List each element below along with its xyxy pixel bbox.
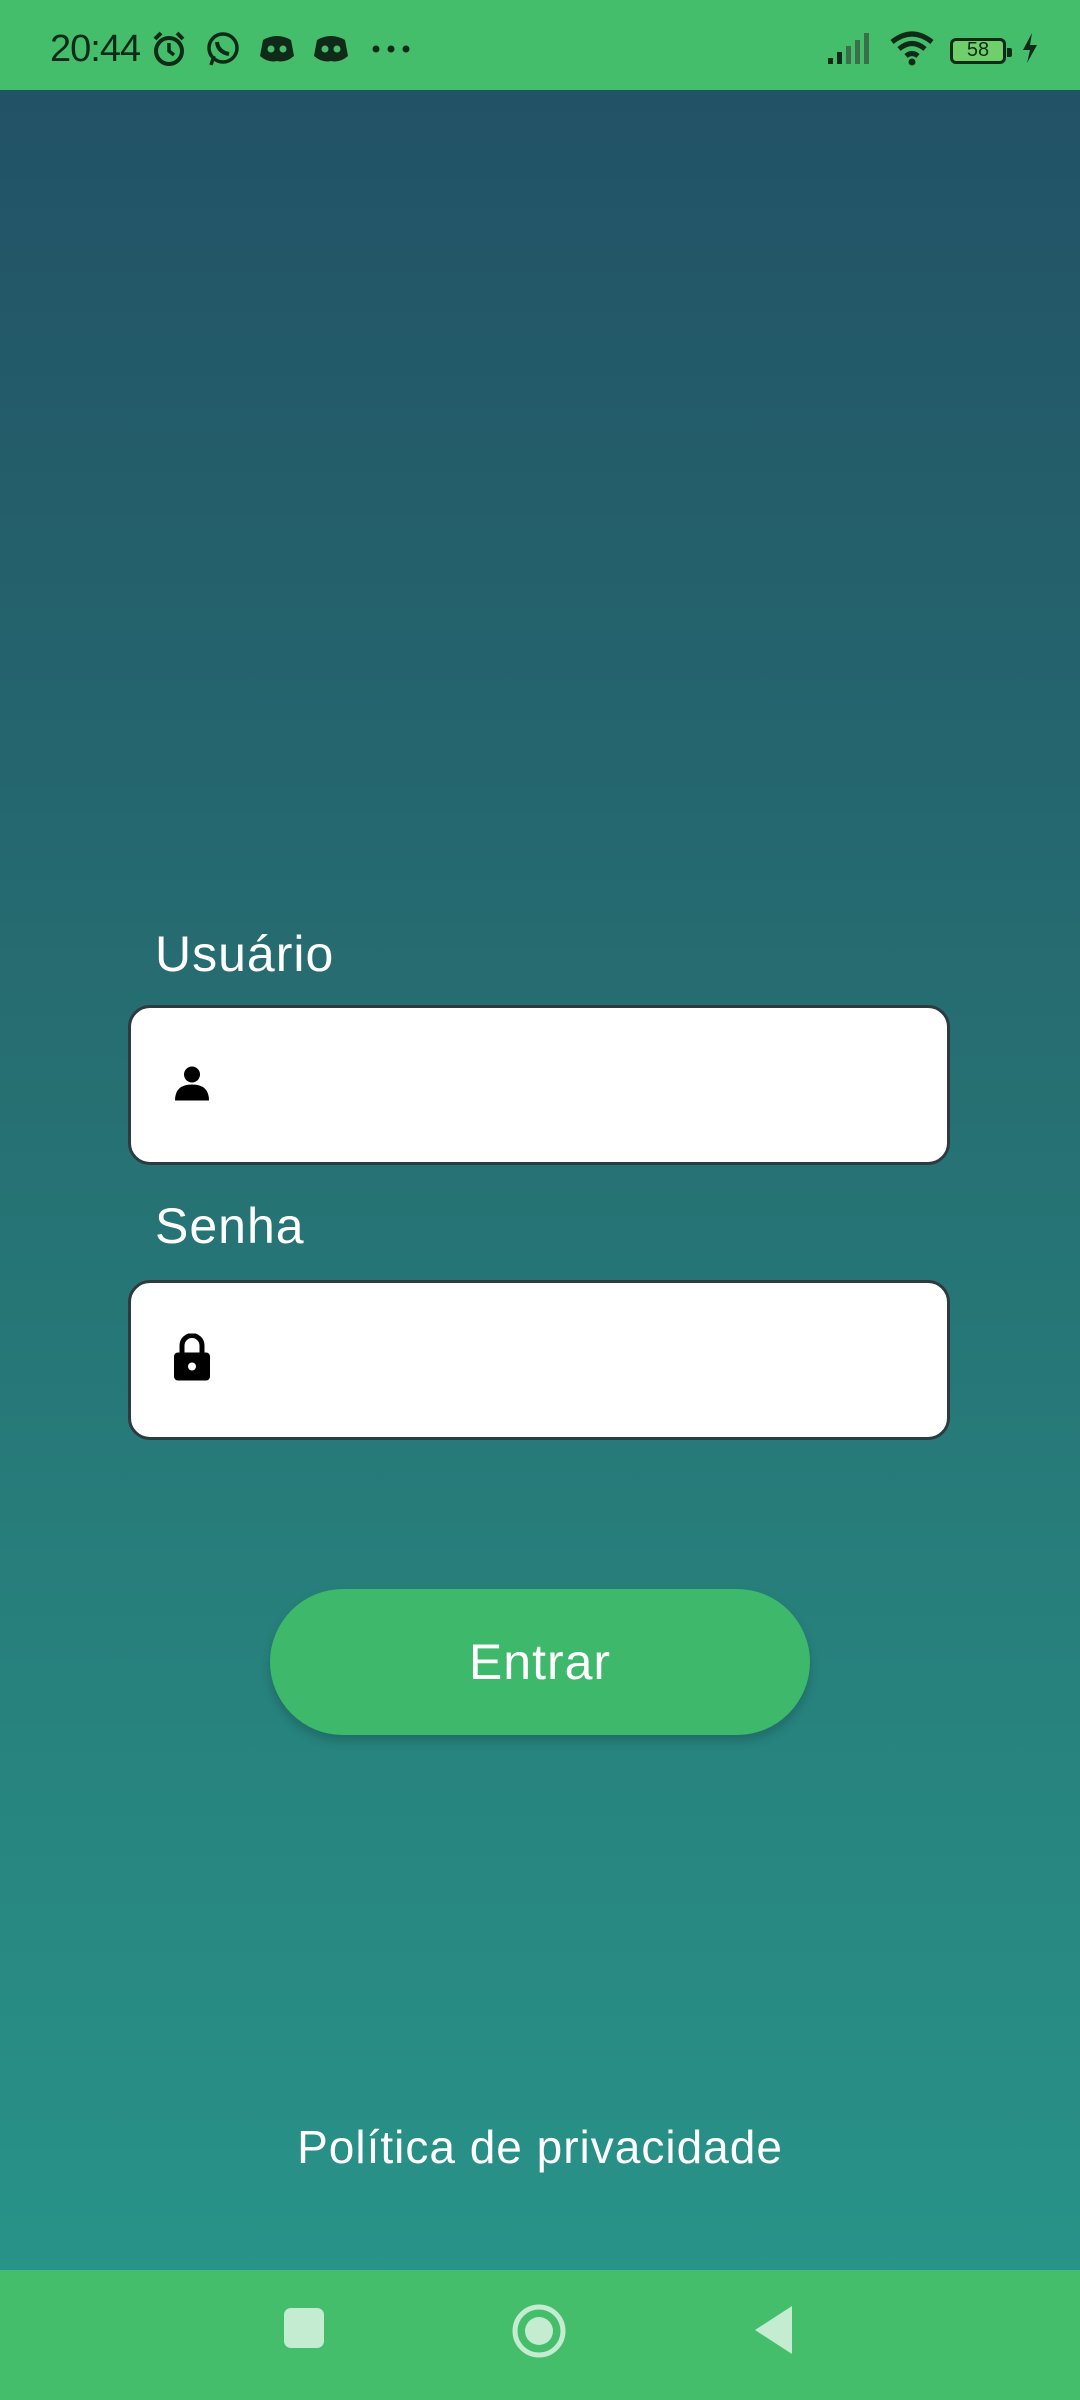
status-bar: 20:44 58 xyxy=(0,0,1080,90)
status-time: 20:44 xyxy=(50,28,141,70)
notification-icons xyxy=(150,30,416,68)
privacy-policy-link[interactable]: Política de privacidade xyxy=(0,2120,1080,2174)
signal-icon xyxy=(826,30,874,71)
password-field[interactable] xyxy=(128,1280,950,1440)
password-input[interactable] xyxy=(241,1283,917,1439)
recents-button[interactable] xyxy=(283,2307,325,2354)
battery-level: 58 xyxy=(966,39,990,61)
password-label: Senha xyxy=(155,1198,305,1254)
wifi-icon xyxy=(888,30,936,71)
login-button[interactable]: Entrar xyxy=(270,1589,810,1735)
alarm-icon xyxy=(150,30,188,68)
login-screen: Usuário Senha Entrar Política de privaci… xyxy=(0,90,1080,2270)
user-icon xyxy=(173,1064,211,1107)
back-button[interactable] xyxy=(752,2304,794,2361)
charging-icon xyxy=(1020,32,1040,69)
home-button[interactable] xyxy=(510,2302,568,2365)
battery-icon: 58 xyxy=(950,37,1012,64)
system-icons: 58 xyxy=(826,30,1040,71)
discord-icon xyxy=(312,32,350,66)
lock-icon xyxy=(173,1333,211,1387)
more-icon xyxy=(366,39,416,59)
navigation-bar xyxy=(0,2270,1080,2400)
username-field[interactable] xyxy=(128,1005,950,1165)
discord-icon xyxy=(258,32,296,66)
username-label: Usuário xyxy=(155,926,335,982)
username-input[interactable] xyxy=(241,1008,917,1164)
whatsapp-icon xyxy=(204,30,242,68)
